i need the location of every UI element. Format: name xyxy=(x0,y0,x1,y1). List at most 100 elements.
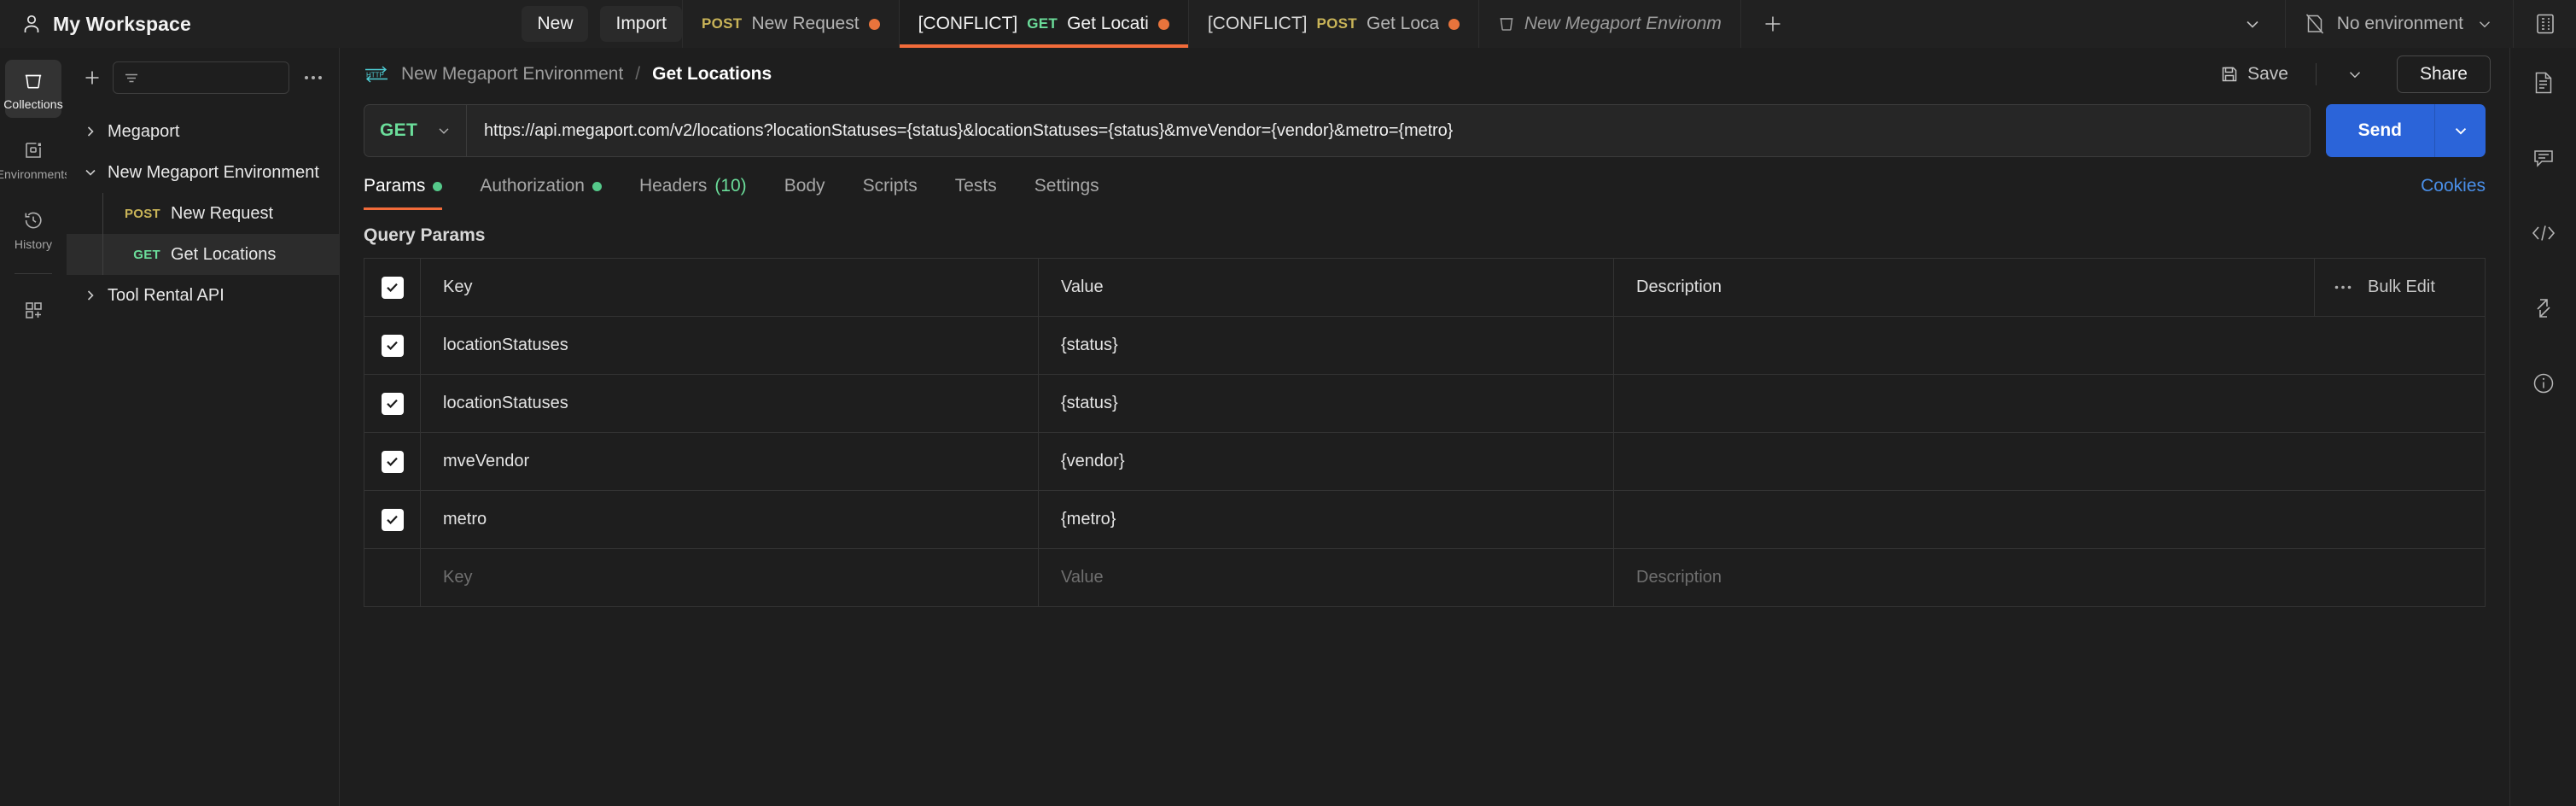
layout-grid-icon[interactable] xyxy=(2513,0,2576,48)
tree-collection-new-megaport-environment[interactable]: New Megaport Environment xyxy=(67,152,339,193)
tab-body[interactable]: Body xyxy=(766,176,844,210)
sidebar-new-plus-icon[interactable] xyxy=(82,67,102,88)
more-horizontal-icon[interactable] xyxy=(2334,284,2352,290)
app-body: Collections Environments History Megapor… xyxy=(0,48,2576,806)
checkbox-checked-icon[interactable] xyxy=(381,276,404,299)
rail-item-history[interactable]: History xyxy=(5,200,61,258)
checkbox-checked-icon[interactable] xyxy=(381,508,404,531)
table-row[interactable]: locationStatuses {status} xyxy=(364,375,2485,433)
environment-selector[interactable]: No environment xyxy=(2284,0,2513,48)
row-checkbox-cell[interactable] xyxy=(364,549,421,606)
tab-headers[interactable]: Headers (10) xyxy=(621,176,766,210)
param-description-cell[interactable] xyxy=(1614,317,2485,374)
select-all-checkbox-cell[interactable] xyxy=(364,259,421,316)
breadcrumb-bar: HTTP New Megaport Environment / Get Loca… xyxy=(340,48,2509,101)
tab-label: Settings xyxy=(1034,176,1099,196)
tabs-overflow-chevron-down-icon[interactable] xyxy=(2220,0,2285,48)
row-checkbox-cell[interactable] xyxy=(364,317,421,374)
unsaved-dot-icon xyxy=(1157,18,1169,30)
param-key: locationStatuses xyxy=(443,336,568,354)
chevron-down-icon[interactable] xyxy=(82,166,99,179)
table-header-row: Key Value Description Bulk Edit xyxy=(364,259,2485,317)
checkbox-checked-icon[interactable] xyxy=(381,392,404,415)
cookies-link[interactable]: Cookies xyxy=(2421,176,2486,210)
import-button[interactable]: Import xyxy=(600,6,682,42)
chevron-down-icon xyxy=(435,122,452,139)
breadcrumb-parent[interactable]: New Megaport Environment xyxy=(401,64,623,85)
param-value-cell[interactable]: {metro} xyxy=(1039,491,1614,548)
tree-request-new-request[interactable]: POST New Request xyxy=(67,193,339,234)
param-key-cell[interactable]: locationStatuses xyxy=(421,317,1039,374)
param-description-cell[interactable] xyxy=(1614,375,2485,432)
param-description-cell[interactable] xyxy=(1614,491,2485,548)
checkbox-checked-icon[interactable] xyxy=(381,450,404,473)
save-button[interactable]: Save xyxy=(2212,59,2297,90)
row-checkbox-cell[interactable] xyxy=(364,491,421,548)
expand-arrows-icon[interactable] xyxy=(2521,289,2567,328)
request-tab[interactable]: [CONFLICT] GET Get Locati xyxy=(899,0,1189,48)
chevron-down-icon[interactable] xyxy=(2475,15,2494,33)
tab-tests[interactable]: Tests xyxy=(936,176,1016,210)
send-button[interactable]: Send xyxy=(2325,104,2434,157)
tree-collection-megaport[interactable]: Megaport xyxy=(67,111,339,152)
param-value-cell[interactable]: Value xyxy=(1039,549,1614,606)
table-row[interactable]: mveVendor {vendor} xyxy=(364,433,2485,491)
param-value-cell[interactable]: {status} xyxy=(1039,375,1614,432)
param-key-cell[interactable]: locationStatuses xyxy=(421,375,1039,432)
param-key-cell[interactable]: Key xyxy=(421,549,1039,606)
rail-item-environments[interactable]: Environments xyxy=(0,130,70,188)
send-options-chevron-down-icon[interactable] xyxy=(2434,104,2486,157)
param-description-cell[interactable]: Description xyxy=(1614,549,2485,606)
sidebar-more-horizontal-icon[interactable] xyxy=(300,74,327,81)
tab-label: Tests xyxy=(954,176,997,196)
tab-label: Scripts xyxy=(862,176,918,196)
tab-title: New Request xyxy=(751,14,860,33)
tab-settings[interactable]: Settings xyxy=(1016,176,1118,210)
row-checkbox-cell[interactable] xyxy=(364,433,421,490)
unsaved-dot-icon xyxy=(868,18,880,30)
param-value-cell[interactable]: {vendor} xyxy=(1039,433,1614,490)
table-empty-row[interactable]: Key Value Description xyxy=(364,549,2485,607)
request-tab[interactable]: [CONFLICT] POST Get Locat xyxy=(1189,0,1479,48)
bulk-edit-button[interactable]: Bulk Edit xyxy=(2368,277,2435,297)
tab-scripts[interactable]: Scripts xyxy=(844,176,936,210)
request-tab[interactable]: POST New Request xyxy=(683,0,900,48)
environment-tab[interactable]: New Megaport Environm xyxy=(1479,0,1741,48)
rail-item-collections[interactable]: Collections xyxy=(3,60,63,118)
tree-request-get-locations[interactable]: GET Get Locations xyxy=(67,234,339,275)
share-button[interactable]: Share xyxy=(2396,55,2491,93)
modified-dot-icon xyxy=(433,181,443,191)
tree-collection-tool-rental-api[interactable]: Tool Rental API xyxy=(67,275,339,316)
row-checkbox-cell[interactable] xyxy=(364,375,421,432)
sidebar-filter-input[interactable] xyxy=(113,61,289,94)
column-header-key: Key xyxy=(421,259,1039,316)
save-options-chevron-down-icon[interactable] xyxy=(2335,60,2375,89)
documentation-icon[interactable] xyxy=(2521,63,2567,102)
tab-params[interactable]: Params xyxy=(364,176,461,210)
workspace-bar: My Workspace New Import xyxy=(0,0,683,48)
comment-icon[interactable] xyxy=(2521,138,2567,178)
postman-app: My Workspace New Import POST New Request… xyxy=(0,0,2576,806)
chevron-right-icon[interactable] xyxy=(82,289,99,302)
new-button[interactable]: New xyxy=(522,6,589,42)
new-tab-button[interactable] xyxy=(1741,0,1804,48)
rail-item-new-grid-plus[interactable] xyxy=(5,289,61,329)
http-icon: HTTP xyxy=(364,63,389,85)
chevron-right-icon[interactable] xyxy=(82,125,99,138)
param-value-cell[interactable]: {status} xyxy=(1039,317,1614,374)
code-icon[interactable] xyxy=(2521,213,2567,253)
column-label: Value xyxy=(1061,277,1104,296)
tab-authorization[interactable]: Authorization xyxy=(461,176,621,210)
param-description-cell[interactable] xyxy=(1614,433,2485,490)
checkbox-checked-icon[interactable] xyxy=(381,334,404,357)
http-method-selector[interactable]: GET xyxy=(364,104,466,157)
url-input[interactable]: https://api.megaport.com/v2/locations?lo… xyxy=(466,104,2311,157)
param-key-cell[interactable]: metro xyxy=(421,491,1039,548)
table-row[interactable]: metro {metro} xyxy=(364,491,2485,549)
table-row[interactable]: locationStatuses {status} xyxy=(364,317,2485,375)
param-key-cell[interactable]: mveVendor xyxy=(421,433,1039,490)
page-title[interactable]: Get Locations xyxy=(652,64,772,85)
environment-name: No environment xyxy=(2336,14,2463,33)
info-icon[interactable] xyxy=(2521,364,2567,403)
